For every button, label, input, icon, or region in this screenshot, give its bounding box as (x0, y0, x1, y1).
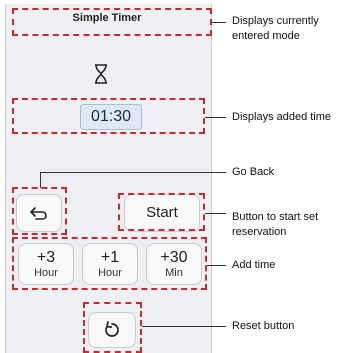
annotation-added-time: Displays added time (232, 111, 332, 123)
leader-line-add (207, 265, 226, 266)
leader-line-start (205, 213, 226, 214)
leader-line-back-v (40, 172, 41, 188)
annotation-add-time: Add time (232, 259, 276, 271)
leader-line-reset (142, 326, 226, 327)
leader-line-time (205, 117, 226, 118)
start-highlight (118, 193, 205, 231)
annotation-go-back: Go Back (232, 166, 275, 178)
annotation-start: Button to start set reservation (232, 211, 319, 238)
time-highlight (12, 98, 205, 134)
add-time-highlight (12, 237, 207, 290)
back-highlight (12, 187, 67, 235)
reset-highlight (83, 302, 142, 353)
title-highlight (12, 8, 212, 36)
annotation-mode: Displays currently entered mode (232, 15, 319, 42)
annotation-reset: Reset button (232, 320, 295, 332)
hourglass-icon (95, 64, 107, 84)
leader-line-mode (212, 22, 226, 23)
timer-panel (5, 4, 212, 353)
leader-line-back-h (40, 172, 226, 173)
